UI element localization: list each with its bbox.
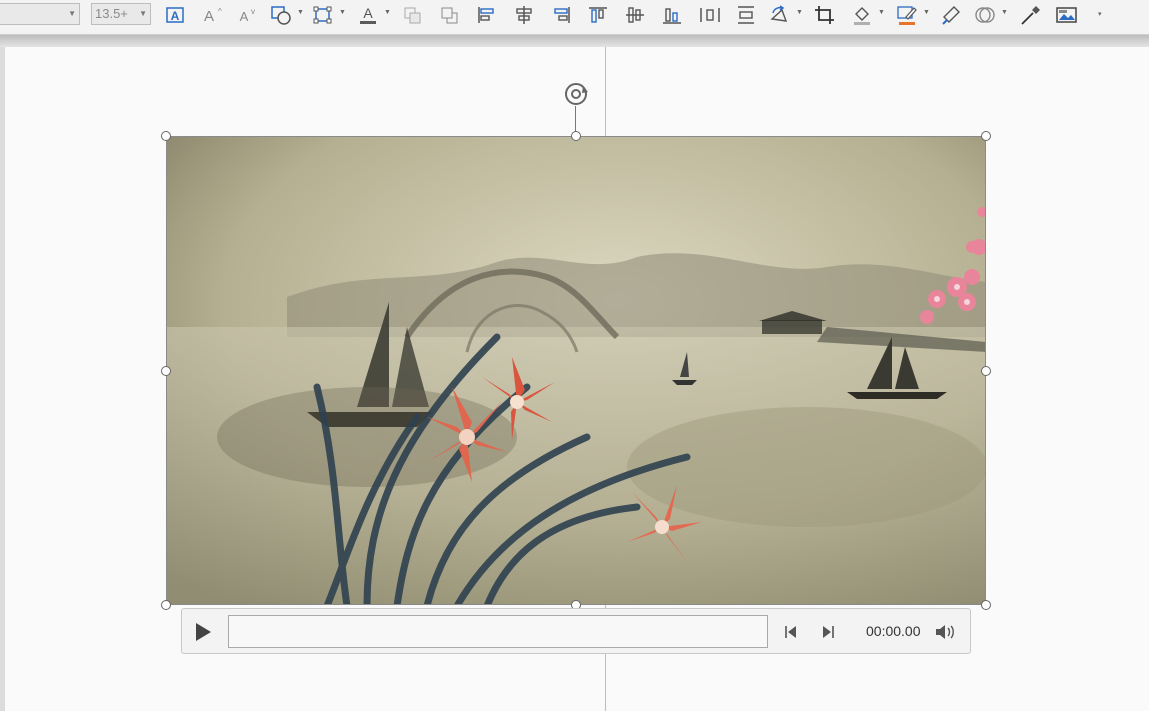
align-top-icon (589, 7, 607, 23)
edit-points-button[interactable] (310, 3, 336, 27)
format-painter-icon (942, 6, 960, 25)
text-box-button[interactable]: A (162, 3, 188, 27)
font-name-combo[interactable]: ▼ (0, 3, 80, 25)
increase-font-icon: A ^ (204, 7, 222, 24)
picture-frame-button[interactable] (1054, 3, 1080, 27)
rotate-handle-icon[interactable] (561, 80, 593, 108)
edit-points-icon (313, 6, 332, 24)
eyedropper-icon (1021, 6, 1040, 25)
font-color-button[interactable]: A (355, 3, 381, 27)
send-backward-button[interactable] (437, 3, 463, 27)
svg-text:A: A (363, 5, 373, 21)
font-size-combo[interactable]: 13.5+ ▼ (91, 3, 151, 25)
video-frame[interactable] (166, 136, 986, 605)
drawing-toolbar: ▼ 13.5+ ▼ A A ^ Av ▼ ▼ A ▼ ▼ ▼ ▼ ▼ ▾ (0, 0, 1149, 35)
svg-text:^: ^ (218, 7, 222, 16)
decrease-font-button[interactable]: Av (234, 3, 260, 27)
video-poster-image (167, 137, 985, 604)
format-painter-button[interactable] (938, 3, 964, 27)
eyedropper-button[interactable] (1017, 3, 1043, 27)
chevron-down-icon[interactable]: ▼ (923, 9, 930, 16)
chevron-down-icon[interactable]: ▼ (339, 9, 346, 16)
chevron-down-icon[interactable]: ▼ (384, 9, 391, 16)
fill-color-button[interactable] (849, 3, 875, 27)
rotate-icon (770, 5, 788, 22)
distribute-vertical-icon (738, 6, 754, 24)
step-forward-button[interactable] (819, 623, 837, 641)
media-control-bar: 00:00.00 (181, 608, 971, 654)
resize-handle-top[interactable] (571, 131, 581, 141)
play-button[interactable] (192, 621, 214, 643)
chevron-down-icon[interactable]: ▼ (1001, 9, 1008, 16)
picture-icon (1056, 7, 1077, 23)
shapes-icon (271, 6, 291, 25)
seek-bar[interactable] (228, 615, 768, 648)
resize-handle-top-left[interactable] (161, 131, 171, 141)
align-center-icon (516, 6, 532, 24)
step-forward-icon (823, 626, 834, 638)
step-back-button[interactable] (782, 623, 800, 641)
chevron-down-icon[interactable]: ▼ (796, 9, 803, 16)
align-bottom-icon (663, 8, 681, 24)
bring-forward-button[interactable] (400, 3, 426, 27)
chevron-down-icon[interactable]: ▼ (297, 9, 304, 16)
speaker-icon (936, 625, 954, 639)
send-backward-icon (441, 7, 458, 24)
resize-handle-top-right[interactable] (981, 131, 991, 141)
svg-text:A: A (240, 9, 249, 24)
svg-text:A: A (204, 8, 214, 24)
svg-text:A: A (171, 9, 180, 23)
chevron-down-icon[interactable]: ▼ (878, 9, 885, 16)
align-left-icon (478, 7, 494, 23)
resize-handle-bottom-right[interactable] (981, 600, 991, 610)
distribute-vertically-button[interactable] (733, 3, 759, 27)
time-display: 00:00.00 (866, 623, 921, 639)
crop-button[interactable] (812, 3, 838, 27)
align-center-button[interactable] (511, 3, 537, 27)
resize-handle-right[interactable] (981, 366, 991, 376)
align-right-icon (554, 7, 570, 23)
distribute-horizontal-icon (700, 8, 720, 22)
text-box-icon: A (166, 7, 184, 23)
insert-shape-button[interactable] (268, 3, 294, 27)
step-back-icon (785, 626, 796, 638)
pen-outline-icon (897, 6, 917, 25)
rotate-button[interactable] (766, 3, 792, 27)
crop-icon (815, 6, 834, 24)
chevron-down-icon[interactable]: ▼ (139, 4, 147, 24)
play-icon (196, 623, 211, 641)
align-right-button[interactable] (548, 3, 574, 27)
align-middle-button[interactable] (622, 3, 648, 27)
resize-handle-left[interactable] (161, 366, 171, 376)
distribute-horizontally-button[interactable] (697, 3, 723, 27)
bring-forward-icon (404, 7, 421, 24)
ribbon-shadow (0, 35, 1149, 47)
shape-effects-button[interactable] (972, 3, 998, 27)
font-size-value: 13.5+ (95, 6, 128, 21)
volume-button[interactable] (934, 622, 958, 642)
increase-font-button[interactable]: A ^ (199, 3, 225, 27)
font-color-icon: A (360, 5, 376, 24)
paint-bucket-icon (854, 7, 870, 25)
resize-handle-bottom-left[interactable] (161, 600, 171, 610)
toolbar-overflow-icon[interactable]: ▾ (1098, 10, 1102, 18)
chevron-down-icon[interactable]: ▼ (68, 4, 76, 24)
svg-text:v: v (251, 7, 255, 16)
align-top-button[interactable] (585, 3, 611, 27)
shape-effects-icon (975, 7, 995, 23)
outline-color-button[interactable] (894, 3, 920, 27)
align-bottom-button[interactable] (659, 3, 685, 27)
decrease-font-icon: Av (240, 7, 255, 24)
align-middle-icon (626, 7, 644, 23)
align-left-button[interactable] (474, 3, 500, 27)
